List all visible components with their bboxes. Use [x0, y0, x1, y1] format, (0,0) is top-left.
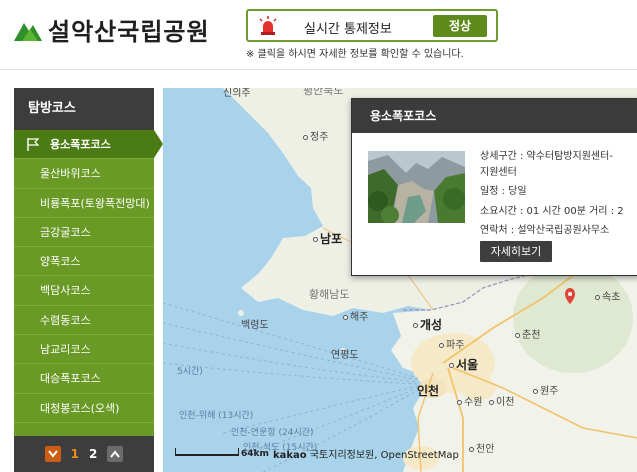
chevron-up-icon: [110, 450, 121, 458]
sidebar-item-geumganggul[interactable]: 금강굴코스: [14, 218, 154, 248]
map-label-haeju: 해주: [343, 308, 368, 323]
sidebar-item-label: 수렴동코스: [40, 313, 91, 327]
popup-title: 용소폭포코스: [352, 99, 637, 133]
map-label-sokcho: 속초: [595, 288, 620, 303]
pager-down-button[interactable]: [44, 446, 61, 462]
map-label-kaesong: 개성: [413, 316, 442, 333]
map-label-nampo: 남포: [313, 230, 342, 247]
map-label-jeongju: 정주: [303, 128, 328, 143]
sidebar-item-label: 백담사코스: [40, 284, 91, 298]
sidebar-item-label: 양폭코스: [40, 255, 81, 269]
pager-up-button[interactable]: [107, 446, 124, 462]
map-scale-text: 64km: [241, 449, 269, 459]
map-label-route: 5시간): [177, 367, 203, 377]
sidebar-item-yongso-falls[interactable]: 용소폭포코스: [14, 130, 163, 160]
sidebar-item-label: 비룡폭포(토왕폭전망대): [40, 196, 150, 210]
sidebar-item-label: 울산바위코스: [40, 167, 101, 181]
map-attribution: kakao 국토지리정보원, OpenStreetMap: [273, 450, 459, 461]
map-label-hwanghae: 황해남도: [309, 288, 350, 301]
sidebar-item-biryong-falls[interactable]: 비룡폭포(토왕폭전망대): [14, 189, 154, 218]
park-logo[interactable]: 설악산국립공원: [14, 12, 210, 47]
header: 설악산국립공원 실시간 통제정보 정상 ※ 클릭을 하시면 자세한 정보를 확인…: [0, 0, 637, 70]
page: 설악산국립공원 실시간 통제정보 정상 ※ 클릭을 하시면 자세한 정보를 확인…: [0, 0, 637, 472]
sidebar-item-label: 용소폭포코스: [50, 138, 111, 151]
map-label-pyeonganbuk: 평안북도: [303, 88, 344, 97]
waterfall-valley-image: [368, 151, 465, 223]
realtime-control-status[interactable]: 실시간 통제정보 정상: [246, 9, 498, 42]
kakao-logo: kakao: [273, 450, 307, 461]
view-details-button[interactable]: 자세히보기: [480, 241, 552, 262]
course-sidebar: 탐방코스 용소폭포코스 울산바위코스 비룡폭포(토왕폭전망대) 금강굴코스 양폭…: [14, 88, 163, 472]
sidebar-item-label: 금강굴코스: [40, 225, 91, 239]
sidebar-item-label: 대청봉코스(오색): [40, 401, 120, 415]
siren-icon: [259, 16, 277, 35]
map-label-route: 인천-위해 (13시간): [179, 411, 254, 421]
map-label-baengnyeong: 백령도: [241, 320, 269, 331]
sidebar-item-label: 대승폭포코스: [40, 372, 101, 386]
chevron-down-icon: [47, 450, 58, 458]
map-label-icheon: 이천: [489, 393, 514, 408]
page-number-2[interactable]: 2: [89, 447, 97, 461]
flag-icon: [27, 138, 39, 151]
sidebar-item-label: 남교리코스: [40, 343, 91, 357]
map-label-sinuiju: 신의주: [223, 88, 251, 99]
map-label-route: 인천-연운항 (24시간): [231, 428, 314, 438]
sidebar-item-suryeomdong[interactable]: 수렴동코스: [14, 306, 154, 336]
status-label: 실시간 통제정보: [304, 22, 392, 37]
map-label-paju: 파주: [439, 336, 464, 351]
sidebar-item-baekdamsa[interactable]: 백담사코스: [14, 276, 154, 306]
sidebar-title: 탐방코스: [14, 88, 154, 130]
sidebar-item-ulsanbawi[interactable]: 울산바위코스: [14, 159, 154, 189]
contact: 연락처 : 설악산국립공원사무소: [480, 225, 610, 236]
notice-text: ※ 클릭을 하시면 자세한 정보를 확인할 수 있습니다.: [246, 49, 464, 60]
map-label-suwon: 수원: [457, 393, 482, 408]
page-number-1[interactable]: 1: [71, 447, 79, 461]
status-badge: 정상: [433, 15, 487, 37]
map-label-cheonan: 천안: [469, 440, 494, 455]
sidebar-item-yangpok[interactable]: 양폭코스: [14, 247, 154, 277]
popup-info: 상세구간 : 약수터탐방지원센터- 지원센터 일정 : 당일 소요시간 : 01…: [480, 147, 637, 241]
sidebar-item-daecheongbong[interactable]: 대청봉코스(오색): [14, 394, 154, 423]
mountain-logo-icon: [14, 22, 42, 41]
course-photo: [368, 151, 465, 223]
logo-text: 설악산국립공원: [48, 18, 210, 46]
sidebar-item-namgyori[interactable]: 남교리코스: [14, 335, 154, 365]
schedule: 일정 : 당일: [480, 186, 527, 197]
course-info-popup: 용소폭포코스 상세구간 : 약수터탐방지원센터- 지원센터 일정 : 당일 소요…: [351, 98, 637, 276]
map-scale-bar: [175, 448, 239, 456]
map-label-incheon: 인천: [417, 384, 440, 398]
sidebar-item-daeseung-falls[interactable]: 대승폭포코스: [14, 364, 154, 394]
duration-distance: 소요시간 : 01 시간 00분 거리 : 2: [480, 205, 624, 217]
map-label-yeonpyeong: 연평도: [331, 350, 359, 361]
sidebar-pager: 1 2: [14, 436, 154, 472]
map-label-chuncheon: 춘천: [515, 326, 540, 341]
map-label-seoul: 서울: [449, 356, 478, 373]
map-label-wonju: 원주: [533, 382, 558, 397]
